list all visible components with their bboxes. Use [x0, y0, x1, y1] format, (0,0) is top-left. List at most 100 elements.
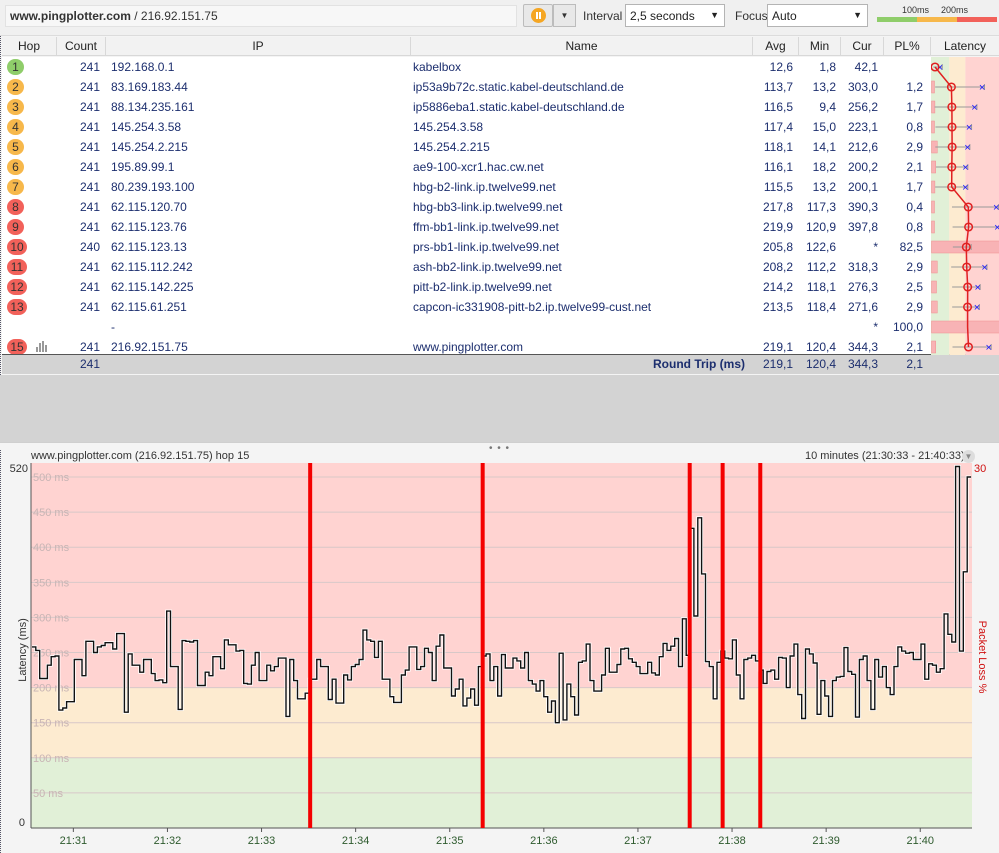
- table-row[interactable]: 10 240 62.115.123.13 prs-bb1-link.ip.twelve…: [2, 237, 932, 257]
- mini-loss-bar: [931, 280, 937, 294]
- summary-row: 241 Round Trip (ms) 219,1 120,4 344,3 2,…: [2, 354, 999, 374]
- count-cell: 241: [79, 180, 100, 194]
- column-header-count[interactable]: Count: [57, 37, 106, 56]
- column-header-latency[interactable]: Latency: [931, 37, 999, 56]
- target-address-box[interactable]: www.pingplotter.com / 216.92.151.75: [5, 5, 517, 27]
- min-cell: 120,9: [805, 220, 836, 234]
- avg-cell: 208,2: [762, 260, 793, 274]
- mini-loss-bar: [931, 160, 936, 174]
- mini-loss-bar: [931, 200, 935, 214]
- pane-splitter[interactable]: • • •: [0, 442, 999, 454]
- x-tick-label: 21:31: [60, 835, 88, 847]
- table-row[interactable]: 4 241 145.254.3.58 145.254.3.58 117,4 15,0 223…: [2, 117, 932, 137]
- table-row[interactable]: 5 241 145.254.2.215 145.254.2.215 118,1 14,1 2…: [2, 137, 932, 157]
- table-row[interactable]: 9 241 62.115.123.76 ffm-bb1-link.ip.twelve9…: [2, 217, 932, 237]
- avg-cell: 205,8: [762, 240, 793, 254]
- hop-number-badge: 12: [7, 279, 27, 295]
- mini-loss-bar: [931, 320, 999, 334]
- pause-options-dropdown[interactable]: ▼: [553, 4, 576, 27]
- avg-cell: 117,4: [763, 120, 793, 134]
- table-row[interactable]: 1 241 192.168.0.1 kabelbox 12,6 1,8 42,1: [2, 57, 932, 77]
- min-cell: 118,1: [806, 280, 836, 294]
- y-axis-title: Latency (ms): [17, 618, 29, 682]
- x-tick-label: 21:38: [718, 835, 746, 847]
- packet-loss-marker: [758, 463, 763, 828]
- table-row[interactable]: 11 241 62.115.112.242 ash-bb2-link.ip.twelv…: [2, 257, 932, 277]
- latency-timeline-chart: 500 ms450 ms400 ms350 ms300 ms250 ms200 …: [10, 463, 988, 847]
- table-row[interactable]: 13 241 62.115.61.251 capcon-ic331908-pitt-b…: [2, 297, 932, 317]
- column-header-avg[interactable]: Avg: [753, 37, 799, 56]
- column-header-ip[interactable]: IP: [106, 37, 411, 56]
- avg-cell: 219,9: [762, 220, 793, 234]
- bar-graph-icon[interactable]: [36, 341, 48, 352]
- min-cell: 9,4: [819, 100, 836, 114]
- count-cell: 241: [79, 260, 100, 274]
- name-cell: pitt-b2-link.ip.twelve99.net: [413, 280, 552, 294]
- summary-label: Round Trip (ms): [653, 357, 745, 371]
- mini-current-marker: ×: [993, 202, 999, 214]
- count-cell: 241: [79, 140, 100, 154]
- pl-cell: 0,8: [906, 220, 923, 234]
- cur-cell: 223,1: [847, 120, 878, 134]
- pause-icon: [531, 8, 546, 23]
- ip-cell: 62.115.120.70: [111, 200, 187, 214]
- table-row[interactable]: 12 241 62.115.142.225 pitt-b2-link.ip.twelv…: [2, 277, 932, 297]
- x-tick-label: 21:35: [436, 835, 464, 847]
- table-row[interactable]: 8 241 62.115.120.70 hbg-bb3-link.ip.twelve9…: [2, 197, 932, 217]
- count-cell: 241: [79, 200, 100, 214]
- mini-current-marker: ×: [986, 342, 992, 354]
- avg-cell: 213,5: [762, 300, 793, 314]
- table-row[interactable]: 7 241 80.239.193.100 hbg-b2-link.ip.twelve9…: [2, 177, 932, 197]
- legend-good-bar: [877, 17, 917, 22]
- legend-bad-bar: [957, 17, 997, 22]
- hop-number-badge: 13: [7, 299, 27, 315]
- count-cell: 241: [79, 80, 100, 94]
- table-empty-area: [0, 375, 999, 442]
- column-header-min[interactable]: Min: [799, 37, 841, 56]
- pl-cell: 82,5: [899, 240, 923, 254]
- column-header-hop[interactable]: Hop: [2, 37, 57, 56]
- cur-cell: 276,3: [847, 280, 878, 294]
- mini-current-marker: ×: [962, 162, 968, 174]
- name-cell: ash-bb2-link.ip.twelve99.net: [413, 260, 562, 274]
- ip-cell: 145.254.2.215: [111, 140, 188, 154]
- mini-current-marker: ×: [964, 142, 970, 154]
- mini-loss-bar: [931, 100, 936, 114]
- column-header-name[interactable]: Name: [411, 37, 753, 56]
- x-tick-label: 21:32: [154, 835, 182, 847]
- min-cell: 118,4: [806, 300, 836, 314]
- count-cell: 241: [79, 160, 100, 174]
- count-cell: 241: [79, 60, 100, 74]
- cur-cell: 318,3: [847, 260, 878, 274]
- count-cell: 241: [79, 220, 100, 234]
- table-row[interactable]: 6 241 195.89.99.1 ae9-100-xcr1.hac.cw.net 11…: [2, 157, 932, 177]
- ip-cell: 62.115.123.13: [111, 240, 187, 254]
- pl-cell: 1,2: [906, 80, 923, 94]
- toolbar: www.pingplotter.com / 216.92.151.75 ▼ In…: [0, 0, 999, 36]
- target-separator: /: [130, 9, 141, 23]
- hop-number-badge: 7: [7, 179, 24, 195]
- focus-select[interactable]: Auto ▼: [767, 4, 868, 27]
- grid-label: 500 ms: [33, 472, 70, 484]
- avg-cell: 113,7: [763, 80, 793, 94]
- table-row[interactable]: 2 241 83.169.183.44 ip53a9b72c.static.kabel…: [2, 77, 932, 97]
- ip-cell: 62.115.112.242: [111, 260, 193, 274]
- cur-cell: 42,1: [854, 60, 878, 74]
- pl-cell: 2,5: [906, 280, 923, 294]
- grid-label: 350 ms: [33, 577, 70, 589]
- ip-cell: -: [111, 320, 115, 334]
- grid-label: 200 ms: [33, 683, 70, 695]
- ip-cell: 83.169.183.44: [111, 80, 188, 94]
- name-cell: 145.254.3.58: [413, 120, 484, 134]
- legend-label-100: 100ms: [902, 5, 930, 15]
- table-row[interactable]: 3 241 88.134.235.161 ip5886eba1.static.kabe…: [2, 97, 932, 117]
- mini-loss-bar: [931, 300, 938, 314]
- column-header-pl[interactable]: PL%: [884, 37, 931, 56]
- interval-label: Interval: [583, 9, 623, 23]
- x-tick-label: 21:33: [248, 835, 276, 847]
- pl-cell: 0,4: [906, 200, 923, 214]
- column-header-cur[interactable]: Cur: [841, 37, 884, 56]
- table-row[interactable]: - * 100,0: [2, 317, 932, 337]
- pause-button[interactable]: [523, 4, 553, 27]
- interval-select[interactable]: 2,5 seconds ▼: [625, 4, 725, 27]
